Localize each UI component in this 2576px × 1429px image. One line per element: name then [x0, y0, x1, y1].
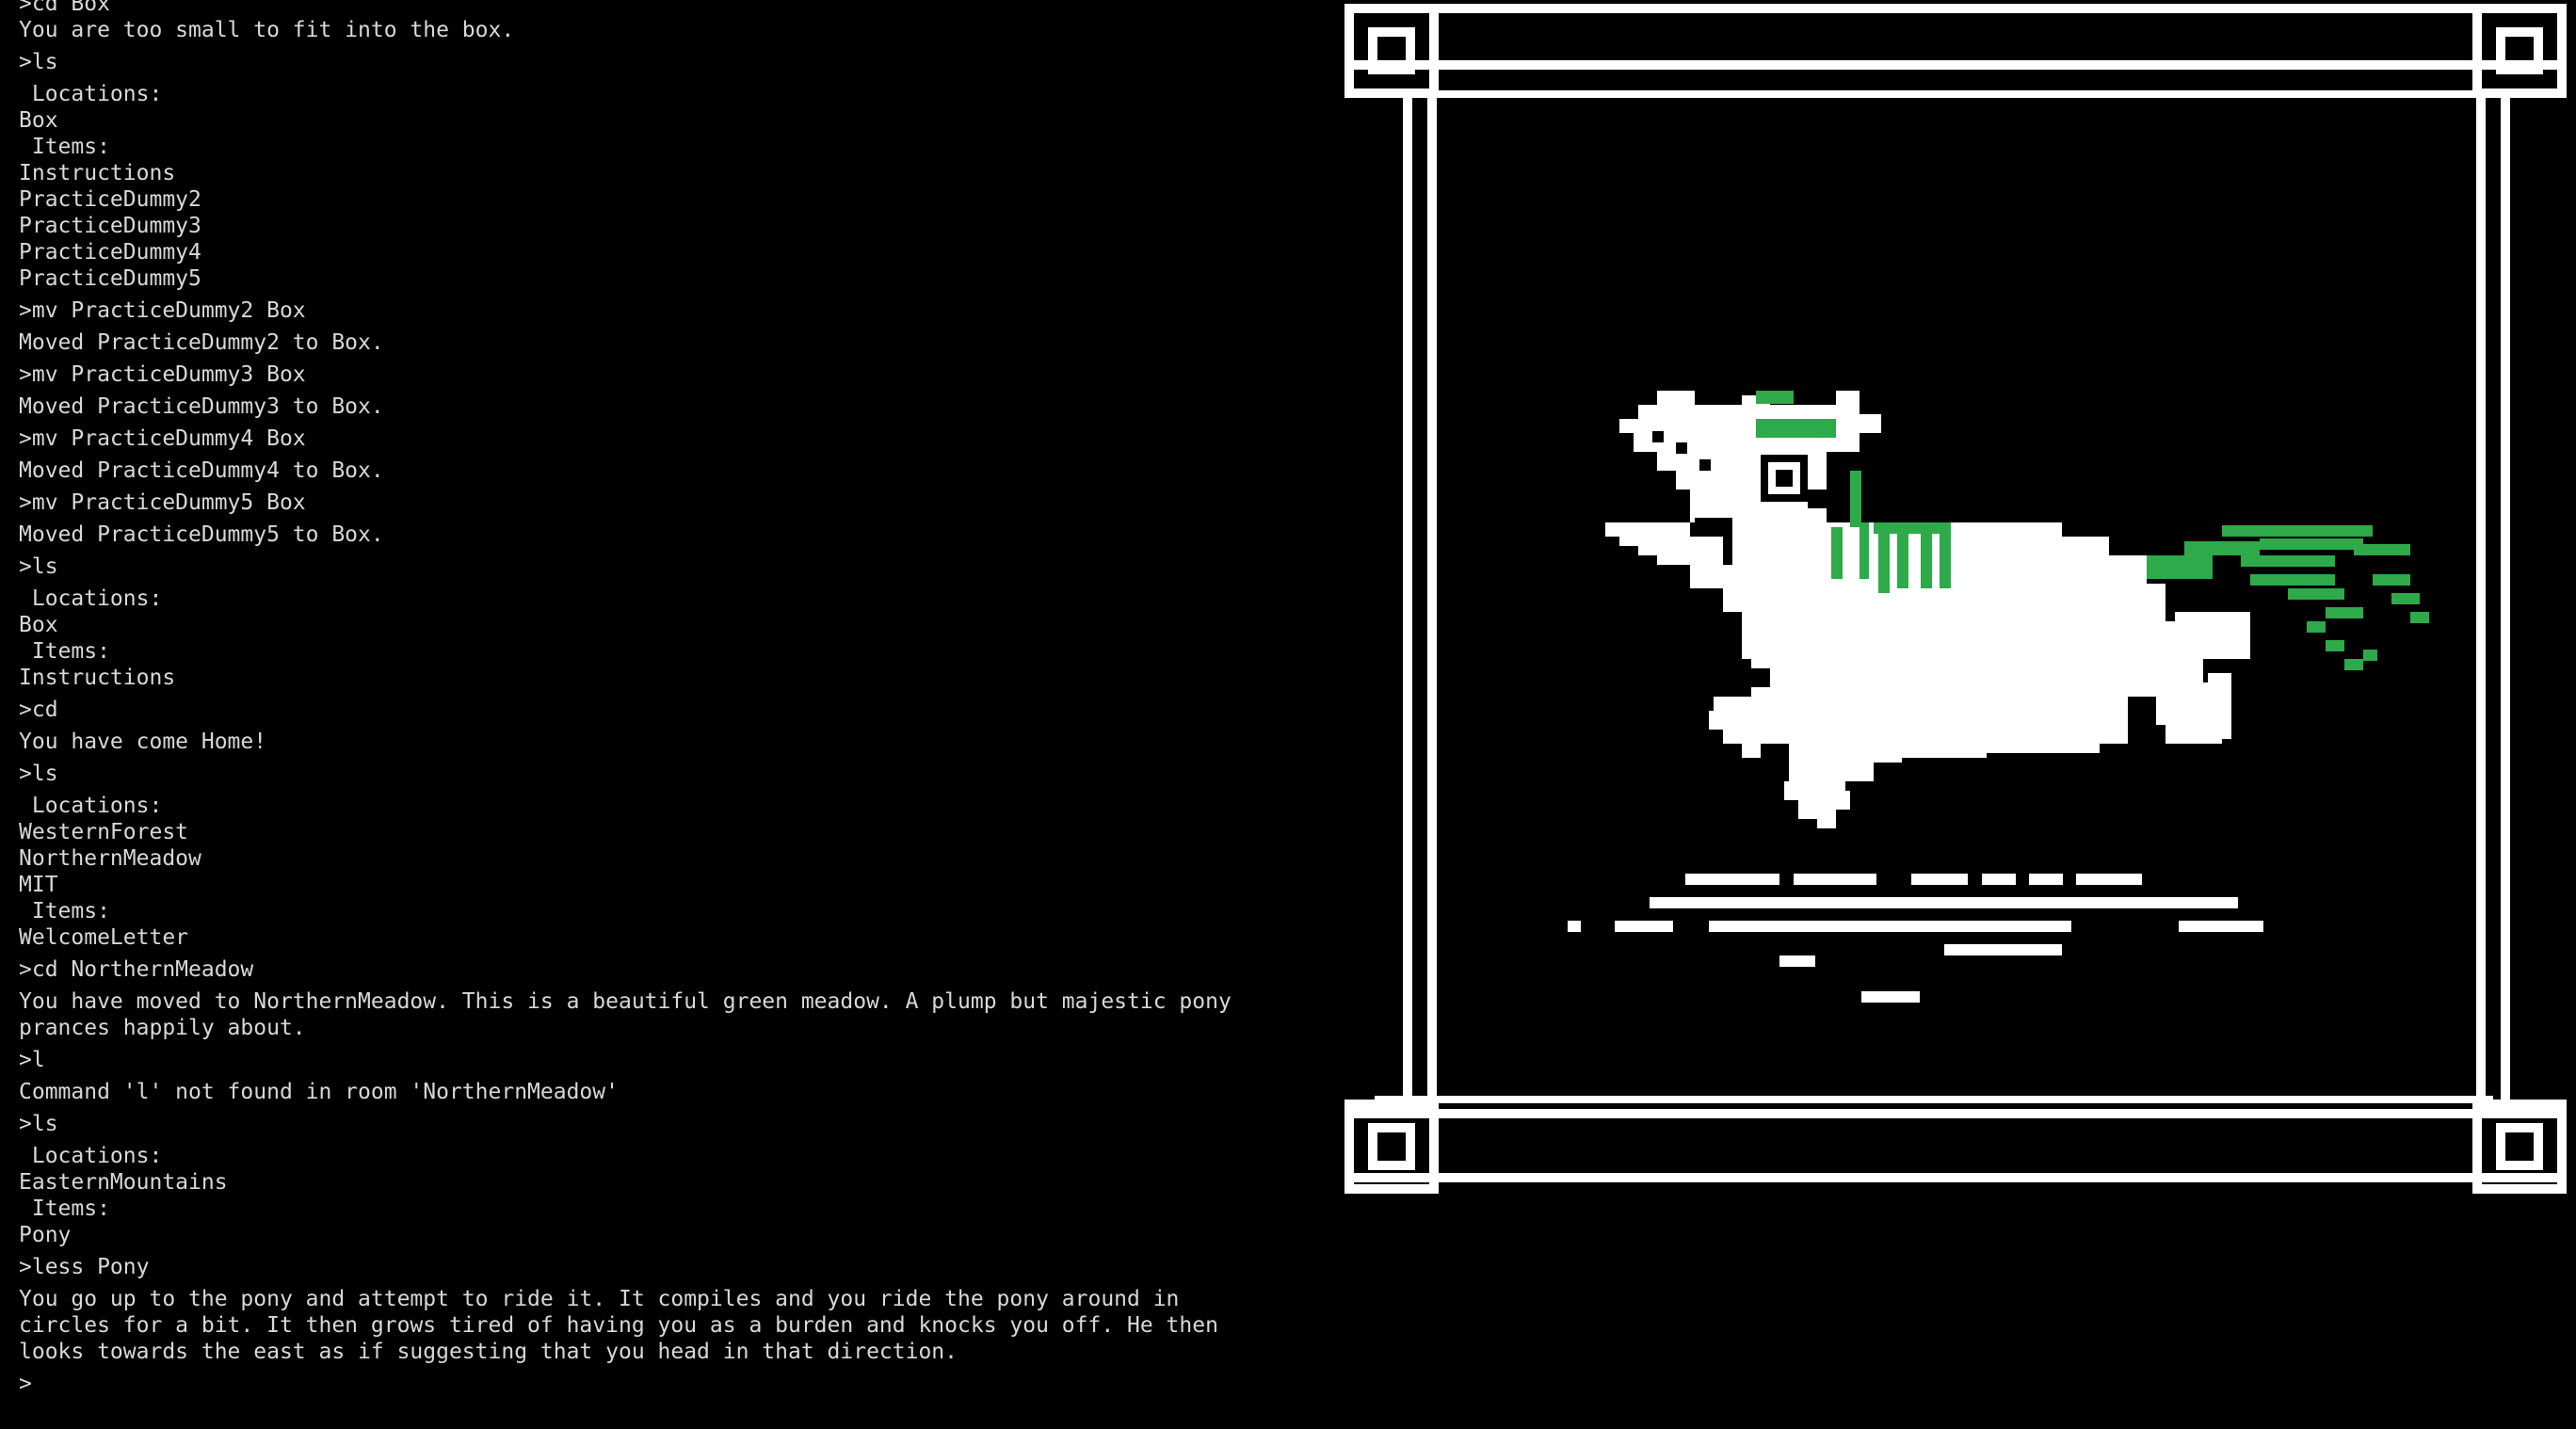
command-line: >mv PracticeDummy5 Box	[19, 490, 306, 515]
command-line: >ls	[19, 762, 58, 786]
output-line: Moved PracticeDummy5 to Box.	[19, 522, 384, 547]
output-line: Locations:	[19, 794, 163, 818]
command-line: >less Pony	[19, 1255, 150, 1279]
output-line: Box	[19, 108, 58, 133]
frame-corner-top-left	[1344, 4, 1439, 98]
output-line: WesternForest	[19, 820, 189, 844]
command-line: >ls	[19, 554, 58, 579]
command-line: >cd	[19, 698, 58, 722]
output-line: Instructions	[19, 666, 176, 690]
pony-body	[1605, 391, 2250, 828]
output-line: circles for a bit. It then grows tired o…	[19, 1313, 1218, 1338]
output-line: You have come Home!	[19, 730, 267, 754]
command-line: >mv PracticeDummy3 Box	[19, 362, 306, 387]
command-line: >cd NorthernMeadow	[19, 957, 254, 982]
output-line: Pony	[19, 1223, 72, 1247]
output-line: You go up to the pony and attempt to rid…	[19, 1287, 1180, 1311]
terminal-output: >cd Box You are too small to fit into the…	[0, 0, 1318, 1429]
output-line: Items:	[19, 899, 110, 923]
output-line: PracticeDummy2	[19, 187, 201, 212]
greek-key-frame-icon	[1344, 4, 2567, 1182]
output-line: You have moved to NorthernMeadow. This i…	[19, 989, 1232, 1014]
command-line: >mv PracticeDummy2 Box	[19, 298, 306, 323]
output-line: Moved PracticeDummy2 to Box.	[19, 330, 384, 355]
command-line: >cd Box	[19, 0, 110, 16]
output-line: WelcomeLetter	[19, 925, 189, 950]
command-prompt-input[interactable]: >	[19, 1371, 32, 1397]
output-line: Command 'l' not found in room 'NorthernM…	[19, 1080, 619, 1104]
frame-corner-bottom-left	[1344, 1100, 1439, 1194]
output-line: Box	[19, 613, 58, 637]
output-line: NorthernMeadow	[19, 846, 201, 871]
output-line: Items:	[19, 1196, 110, 1221]
output-line: PracticeDummy4	[19, 240, 201, 265]
output-line: Items:	[19, 135, 110, 159]
output-line: Locations:	[19, 586, 163, 611]
command-line: >l	[19, 1048, 45, 1072]
frame-corner-top-right	[2472, 4, 2567, 98]
output-line: Locations:	[19, 82, 163, 106]
command-line: >mv PracticeDummy4 Box	[19, 426, 306, 451]
output-line: Items:	[19, 639, 110, 664]
output-line: You are too small to fit into the box.	[19, 18, 515, 42]
ground-lines	[1568, 874, 2263, 1003]
output-line: looks towards the east as if suggesting …	[19, 1340, 958, 1364]
output-line: prances happily about.	[19, 1016, 306, 1040]
output-line: Moved PracticeDummy3 to Box.	[19, 394, 384, 419]
output-line: MIT	[19, 873, 58, 897]
command-line: >ls	[19, 1112, 58, 1136]
pony-eye	[1652, 431, 1808, 502]
output-line: PracticeDummy3	[19, 214, 201, 238]
pony-icon	[1605, 391, 2429, 828]
pony-mane	[1756, 391, 1951, 593]
output-line: PracticeDummy5	[19, 266, 201, 291]
output-line: Moved PracticeDummy4 to Box.	[19, 458, 384, 483]
command-line: >ls	[19, 50, 58, 74]
frame-corner-bottom-right	[2472, 1100, 2567, 1194]
output-line: Locations:	[19, 1144, 163, 1168]
output-line: Instructions	[19, 161, 176, 185]
output-line: EasternMountains	[19, 1170, 228, 1195]
pony-tail	[2147, 525, 2429, 670]
